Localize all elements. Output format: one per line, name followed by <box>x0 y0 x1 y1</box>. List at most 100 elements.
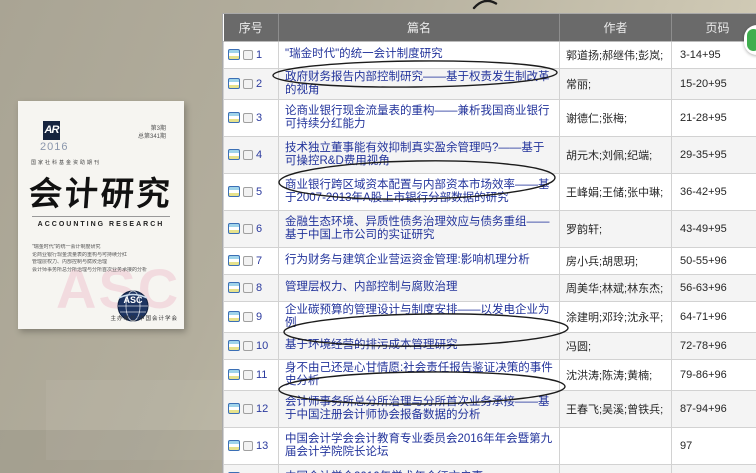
table-row: 7 行为财务与建筑企业营运资金管理:影响机理分析 房小兵;胡思玥; 50-55+… <box>223 246 756 275</box>
row-checkbox[interactable] <box>243 78 253 89</box>
cover-publisher: 主办单位:中国会计学会 <box>110 316 178 322</box>
article-title-link[interactable]: 中国会计学会会计教育专业委员会2016年年会暨第九届会计学院院长论坛 <box>280 431 559 461</box>
article-authors: 常丽; <box>559 67 672 100</box>
table-row: 2 政府财务报告内部控制研究——基于权责发生制改革的视角 常丽; 15-20+9… <box>223 67 756 100</box>
row-number-cell: 2 <box>225 78 278 90</box>
article-authors: 沈洪涛;陈涛;黄楠; <box>559 358 672 391</box>
article-title-link[interactable]: 金融生态环境、异质性债务治理效应与债务重组——基于中国上市公司的实证研究 <box>280 214 559 244</box>
article-title-link[interactable]: 论商业银行现金流量表的重构——兼析我国商业银行可持续分红能力 <box>280 103 559 133</box>
row-checkbox[interactable] <box>243 403 253 414</box>
article-pages: 87-94+96 <box>671 389 756 428</box>
table-row: 13 中国会计学会会计教育专业委员会2016年年会暨第九届会计学院院长论坛 97 <box>223 426 756 465</box>
save-export-icon[interactable] <box>228 440 240 451</box>
row-checkbox[interactable] <box>243 149 253 160</box>
article-title-link[interactable]: 商业银行跨区域资本配置与内部资本市场效率——基于2007-2013年A股上市银行… <box>280 177 559 207</box>
article-title-link[interactable]: 技术独立董事能有效抑制真实盈余管理吗?——基于可操控R&D费用视角 <box>280 140 559 170</box>
issue-total: 总第341期 <box>137 134 166 140</box>
row-checkbox[interactable] <box>243 49 253 60</box>
row-number-cell: 4 <box>225 149 278 161</box>
row-number-cell: 5 <box>225 185 278 198</box>
save-export-icon[interactable] <box>228 223 240 234</box>
journal-title-english: ACCOUNTING RESEARCH <box>37 221 165 228</box>
row-checkbox[interactable] <box>243 369 253 380</box>
save-export-icon[interactable] <box>228 149 240 160</box>
feature-line: "瑞金时代"的统一会计制度研究 <box>32 244 101 250</box>
save-export-icon[interactable] <box>228 112 240 123</box>
row-number-cell: 10 <box>225 339 278 352</box>
row-number: 8 <box>256 281 263 294</box>
issue-number: 第3期 <box>150 126 166 132</box>
article-authors <box>559 463 672 473</box>
table-row: 8 管理层权力、内部控制与腐败治理 周美华;林斌;林东杰; 56-63+96 <box>223 273 756 302</box>
save-export-icon[interactable] <box>228 340 240 351</box>
article-title-link[interactable]: 管理层权力、内部控制与腐败治理 <box>280 279 559 296</box>
row-number: 5 <box>256 185 263 198</box>
article-title-link[interactable]: 政府财务报告内部控制研究——基于权责发生制改革的视角 <box>280 69 559 98</box>
article-title-link[interactable]: 企业碳预算的管理设计与制度安排——以发电企业为例 <box>280 302 559 331</box>
save-export-icon[interactable] <box>228 403 240 414</box>
save-export-icon[interactable] <box>228 49 240 60</box>
cover-featured-articles: "瑞金时代"的统一会计制度研究 论商业银行现金流量表的重构与可持续分红 管理层权… <box>32 244 172 274</box>
row-checkbox[interactable] <box>243 311 253 322</box>
article-title-link[interactable]: 身不由己还是心甘情愿:社会责任报告鉴证决策的事件史分析 <box>280 360 559 389</box>
article-authors: 王春飞;吴溪;曾铁兵; <box>559 389 672 428</box>
row-number: 10 <box>256 339 269 352</box>
article-authors: 冯圆; <box>559 331 672 360</box>
row-checkbox[interactable] <box>243 340 253 351</box>
table-row: 12 会计师事务所总分所治理与分所首次业务承接——基于中国注册会计师协会报备数据… <box>223 389 756 428</box>
header-no: 序号 <box>223 14 279 42</box>
article-authors: 涂建明;邓玲;沈永平; <box>559 300 672 333</box>
row-number-cell: 1 <box>225 49 278 61</box>
row-number: 7 <box>256 254 263 267</box>
cover-fund-label: 国家社科基金资助期刊 <box>31 160 102 166</box>
toc-table-body: 1 "瑞金时代"的统一会计制度研究 郭道扬;郝继伟;彭岚; 3-14+95 2 … <box>223 40 756 473</box>
save-export-icon[interactable] <box>228 282 240 293</box>
row-number-cell: 9 <box>225 310 278 323</box>
toc-table-panel: 序号 篇名 作者 页码 1 "瑞金时代"的统一会计制度研究 郭道扬;郝继伟;彭岚… <box>222 13 756 473</box>
row-number: 3 <box>256 111 263 124</box>
article-pages: 36-42+95 <box>671 172 756 211</box>
cover-divider <box>32 216 170 217</box>
row-number-cell: 13 <box>225 440 278 452</box>
row-number-cell: 12 <box>225 403 278 415</box>
save-export-icon[interactable] <box>228 311 240 322</box>
save-export-icon[interactable] <box>228 369 240 380</box>
article-pages: 15-20+95 <box>671 67 756 100</box>
table-row: 11 身不由己还是心甘情愿:社会责任报告鉴证决策的事件史分析 沈洪涛;陈涛;黄楠… <box>223 358 756 391</box>
row-checkbox[interactable] <box>243 255 253 266</box>
article-title-link[interactable]: 中国会计学会2016年学术年会征文启事 <box>280 469 559 473</box>
save-export-icon[interactable] <box>228 255 240 266</box>
row-checkbox[interactable] <box>243 440 253 451</box>
header-author: 作者 <box>559 14 672 42</box>
cover-year: 2016 <box>40 141 69 153</box>
feature-line: 管理层权力、内部控制与腐败治理 <box>32 259 108 265</box>
row-checkbox[interactable] <box>243 112 253 123</box>
journal-cover: AR 2016 第3期 总第341期 国家社科基金资助期刊 会计研究 ACCOU… <box>18 101 184 329</box>
article-title-link[interactable]: 行为财务与建筑企业营运资金管理:影响机理分析 <box>280 252 559 269</box>
feature-line: 论商业银行现金流量表的重构与可持续分红 <box>32 251 128 258</box>
article-title-link[interactable]: 会计师事务所总分所治理与分所首次业务承接——基于中国注册会计师协会报备数据的分析 <box>280 394 559 424</box>
article-title-link[interactable]: 基于环境经营的排污成本管理研究 <box>280 337 559 354</box>
row-checkbox[interactable] <box>243 186 253 197</box>
table-row: 5 商业银行跨区域资本配置与内部资本市场效率——基于2007-2013年A股上市… <box>223 172 756 211</box>
article-title-link[interactable]: "瑞金时代"的统一会计制度研究 <box>280 46 559 63</box>
article-pages: 97 <box>671 426 756 465</box>
save-export-icon[interactable] <box>228 78 240 89</box>
article-authors: 房小兵;胡思玥; <box>559 246 672 275</box>
article-authors: 罗韵轩; <box>559 209 672 248</box>
article-pages: 98 <box>671 463 756 473</box>
save-export-icon[interactable] <box>228 186 240 197</box>
table-row: 3 论商业银行现金流量表的重构——兼析我国商业银行可持续分红能力 谢德仁;张梅;… <box>223 98 756 137</box>
journal-title-chinese: 会计研究 <box>27 174 175 213</box>
row-number: 9 <box>256 310 263 323</box>
row-checkbox[interactable] <box>243 282 253 293</box>
row-checkbox[interactable] <box>243 223 253 234</box>
article-pages: 56-63+96 <box>671 273 756 302</box>
row-number-cell: 8 <box>225 281 278 294</box>
article-pages: 29-35+95 <box>671 135 756 174</box>
article-authors <box>559 426 672 465</box>
table-row: 1 "瑞金时代"的统一会计制度研究 郭道扬;郝继伟;彭岚; 3-14+95 <box>223 40 756 69</box>
article-pages: 79-86+96 <box>671 358 756 391</box>
row-number-cell: 11 <box>225 368 278 381</box>
row-number: 11 <box>256 368 268 381</box>
